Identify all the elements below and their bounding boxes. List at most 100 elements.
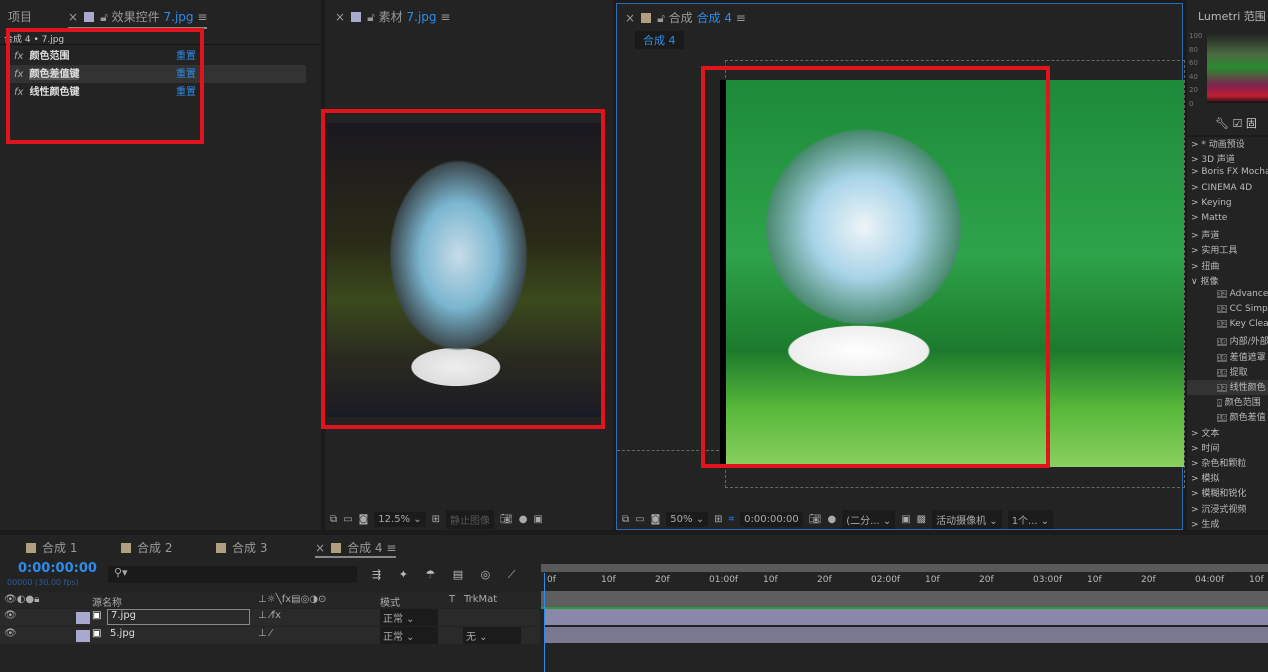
category-item[interactable]: > Matte	[1187, 213, 1268, 228]
camera-icon[interactable]: 📷︎	[500, 514, 513, 525]
search-input[interactable]: ⚲▾	[108, 566, 357, 583]
layer-name: 5.jpg	[110, 628, 136, 639]
timecode-field[interactable]: 0:00:00:00	[740, 511, 803, 527]
lock-icon[interactable]: 🔓︎	[100, 10, 108, 24]
layer-bar[interactable]	[545, 609, 1268, 625]
effect-item-selected[interactable]: 32 线性颜色	[1187, 380, 1268, 396]
tab-comp-2[interactable]: 合成 2	[115, 539, 172, 556]
effects-presets-list: > * 动画预设 > 3D 声道 > Boris FX Mocha > CINE…	[1187, 137, 1268, 530]
snapshot-icon[interactable]: ⧉	[330, 514, 337, 525]
ruler-tick: 03:00f	[1033, 575, 1063, 585]
effect-item[interactable]: 16 颜色差值	[1187, 410, 1268, 425]
tab-composition[interactable]: × 🔓︎ 合成 合成 4 ≡	[625, 9, 746, 26]
ruler-tick: 20f	[1141, 575, 1156, 585]
category-item[interactable]: > CINEMA 4D	[1187, 183, 1268, 198]
tab-comp-4[interactable]: × 合成 4 ≡	[315, 539, 397, 558]
menu-icon[interactable]: ≡	[197, 10, 207, 24]
camera-icon[interactable]: 📷︎	[809, 514, 822, 525]
ruler-tick: 20f	[817, 575, 832, 585]
effect-item[interactable]: 32 Key Clean	[1187, 319, 1268, 334]
category-item[interactable]: > 模糊和锐化	[1187, 486, 1268, 501]
av-switch-icons: 👁︎◐●🔒︎	[4, 594, 40, 605]
category-item[interactable]: > 扭曲	[1187, 259, 1268, 274]
lumetri-title: Lumetri 范围	[1198, 10, 1266, 23]
roi-icon[interactable]: ⌗	[728, 514, 734, 525]
category-item[interactable]: > 实用工具	[1187, 243, 1268, 258]
mask-icon[interactable]: ◙	[651, 514, 661, 525]
snapshot-icon[interactable]: ⧉	[622, 514, 629, 525]
resolution-select[interactable]: (二分... ⌄	[842, 509, 896, 529]
mode-header: 模式	[380, 598, 400, 609]
zoom-select[interactable]: 50% ⌄	[666, 511, 709, 527]
ruler-tick: 10f	[763, 575, 778, 585]
highlight-box	[701, 66, 1050, 468]
t-header: T	[449, 594, 456, 605]
region-icon[interactable]: ▣	[901, 514, 910, 525]
timeline-tool-icons[interactable]: ⇶ ✦ ☂ ▤ ◎ ⟋	[372, 568, 515, 582]
tab-label: 效果控件	[111, 10, 160, 24]
channel-icon[interactable]: ●	[519, 514, 528, 525]
work-area-bar[interactable]	[541, 564, 1268, 572]
menu-icon[interactable]: ≡	[736, 11, 746, 25]
category-item[interactable]: > 杂色和颗粒	[1187, 456, 1268, 471]
current-time[interactable]: 0:00:00:00	[18, 561, 97, 576]
effect-item[interactable]: 16 内部/外部	[1187, 334, 1268, 349]
category-item[interactable]: > 声道	[1187, 228, 1268, 243]
tab-effect-controls[interactable]: × 🔓︎ 效果控件 7.jpg ≡	[68, 8, 208, 29]
effect-item[interactable]: 32 Advanced	[1187, 289, 1268, 304]
close-icon[interactable]: ×	[625, 11, 635, 25]
image-icon: ▣	[92, 628, 102, 639]
layer-bar[interactable]	[545, 627, 1268, 643]
layer-name: 7.jpg	[107, 609, 250, 625]
category-item[interactable]: > 3D 声道	[1187, 152, 1268, 167]
layer-row[interactable]: 👁︎ ▣ 5.jpg ⊥ ⁄ 正常 ⌄ 无 ⌄	[0, 627, 540, 644]
category-item[interactable]: > 生成	[1187, 517, 1268, 532]
lock-icon[interactable]: 🔓︎	[367, 10, 375, 24]
tab-comp-1[interactable]: 合成 1	[20, 539, 77, 556]
comp-breadcrumb[interactable]: 合成 4	[635, 31, 684, 49]
effect-item[interactable]: 16 差值遮罩	[1187, 350, 1268, 365]
wrench-icon[interactable]: 🔧︎ ☑ 固	[1215, 115, 1257, 131]
layer-row[interactable]: 👁︎ ▣ 7.jpg ⊥ ⁄fx 正常 ⌄	[0, 609, 540, 626]
menu-icon[interactable]: ≡	[440, 10, 450, 24]
playhead[interactable]	[544, 573, 545, 672]
effect-item[interactable]: 8 颜色范围	[1187, 395, 1268, 410]
category-item[interactable]: > 模拟	[1187, 471, 1268, 486]
lumetri-panel: Lumetri 范围 100 80 60 40 20 0 🔧︎ ☑ 固	[1187, 0, 1268, 135]
effect-item[interactable]: 32 CC Simple	[1187, 304, 1268, 319]
mask-icon[interactable]: ◙	[359, 514, 369, 525]
category-item[interactable]: > 沉浸式视频	[1187, 502, 1268, 517]
views-select[interactable]: 1个... ⌄	[1007, 509, 1054, 529]
grid-icon[interactable]: ⊞	[432, 514, 440, 525]
label-color-icon	[84, 12, 95, 22]
visibility-icon: 👁︎	[4, 628, 17, 639]
tab-label: 素材	[378, 10, 403, 24]
category-item[interactable]: > Keying	[1187, 198, 1268, 213]
category-item[interactable]: > 时间	[1187, 441, 1268, 456]
category-item[interactable]: > Boris FX Mocha	[1187, 167, 1268, 182]
mode-select: 正常 ⌄	[380, 627, 438, 644]
zoom-select[interactable]: 12.5% ⌄	[374, 511, 426, 527]
lock-icon[interactable]: 🔓︎	[657, 11, 665, 25]
trkmat-select: 无 ⌄	[463, 627, 521, 644]
region-icon[interactable]: ▣	[533, 514, 542, 525]
close-icon[interactable]: ×	[335, 10, 345, 24]
tab-project[interactable]: 项目	[8, 8, 32, 25]
channel-icon[interactable]: ●	[827, 514, 836, 525]
camera-select[interactable]: 活动摄像机 ⌄	[932, 509, 1002, 529]
category-item[interactable]: > * 动画预设	[1187, 137, 1268, 152]
category-item[interactable]: > 文本	[1187, 426, 1268, 441]
close-icon[interactable]: ×	[68, 10, 78, 24]
grid-icon[interactable]: ⊞	[714, 514, 722, 525]
transparency-icon[interactable]: ▩	[917, 514, 926, 525]
monitor-icon[interactable]: ▭	[343, 514, 352, 525]
monitor-icon[interactable]: ▭	[635, 514, 644, 525]
tab-comp-3[interactable]: 合成 3	[210, 539, 267, 556]
label-color-icon	[641, 13, 652, 23]
category-item-keying[interactable]: ∨ 抠像	[1187, 274, 1268, 289]
still-image-button[interactable]: 静止图像	[446, 509, 495, 529]
ruler-tick: 20f	[979, 575, 994, 585]
tab-footage[interactable]: × 🔓︎ 素材 7.jpg ≡	[335, 8, 450, 25]
mode-select: 正常 ⌄	[380, 609, 438, 626]
effect-item[interactable]: 16 提取	[1187, 365, 1268, 380]
